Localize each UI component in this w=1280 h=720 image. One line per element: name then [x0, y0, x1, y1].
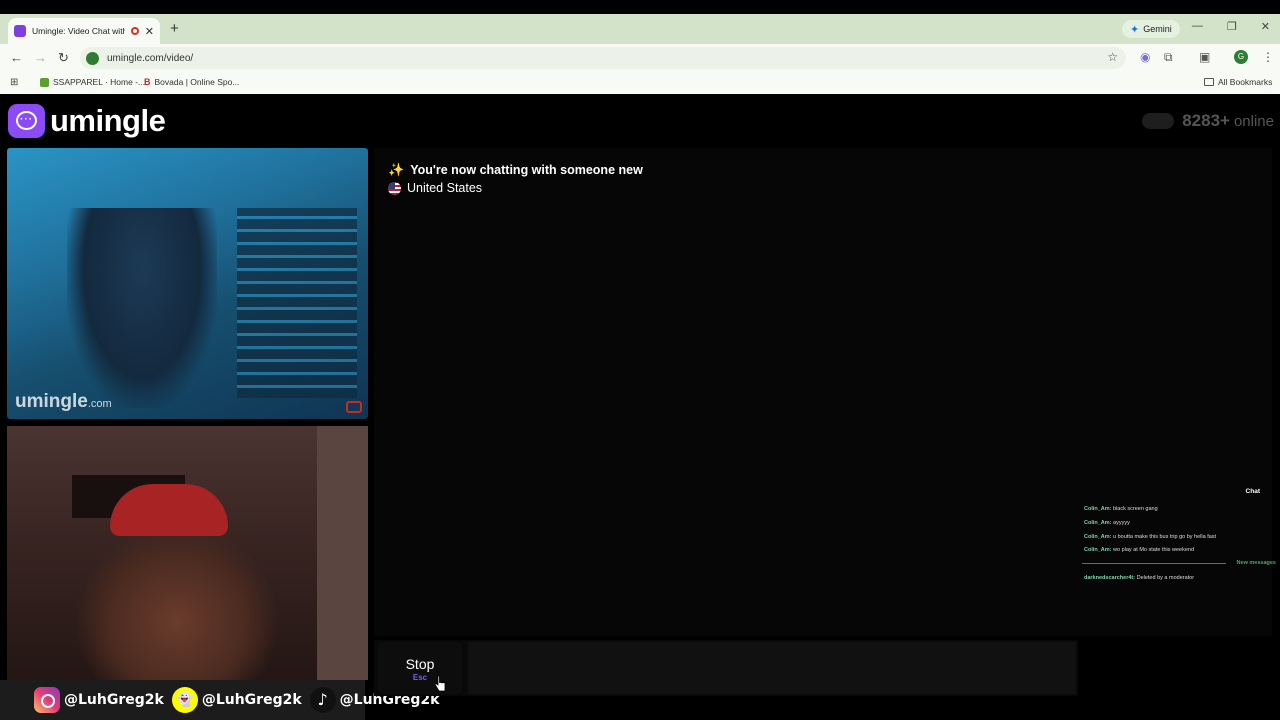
extensions-puzzle-icon[interactable]: ⧉	[1164, 50, 1173, 65]
country-text: United States	[407, 181, 483, 195]
stream-chat-message: Colin_Am: wo play at Mo state this weeke…	[1084, 547, 1195, 553]
browser-tab[interactable]: Umingle: Video Chat with S ✕	[8, 18, 160, 44]
recording-icon	[130, 27, 139, 35]
us-flag-icon	[388, 181, 401, 195]
bookmark-label: Bovada | Online Spo...	[154, 77, 240, 87]
gemini-label: Gemini	[1143, 24, 1172, 34]
umingle-logo[interactable]: ··· umingle	[8, 103, 166, 139]
address-bar[interactable]: umingle.com/video/ ☆	[80, 47, 1126, 69]
window-controls: — ❐ ✕	[1192, 20, 1270, 33]
bookmarks-bar: ⊞ SSAPPAREL · Home -... B Bovada | Onlin…	[0, 72, 1280, 94]
back-icon[interactable]: ←	[10, 50, 23, 65]
stream-chat-overlay: Chat Colin_Am: black screen gang Colin_A…	[1080, 486, 1280, 636]
side-panel-icon[interactable]: ▣	[1199, 50, 1210, 64]
gemini-button[interactable]: ✦ Gemini	[1122, 20, 1180, 38]
stream-chat-message: Colin_Am: u boutta make this bus trip go…	[1084, 534, 1217, 540]
hand-cursor-icon	[434, 675, 446, 692]
close-tab-icon[interactable]: ✕	[145, 25, 154, 38]
umingle-favicon-icon	[14, 25, 26, 37]
restore-icon[interactable]: ❐	[1227, 20, 1237, 33]
theme-toggle[interactable]	[1142, 113, 1175, 129]
status-country: United States	[388, 181, 482, 195]
forward-icon[interactable]: →	[34, 50, 47, 65]
status-new-chat: ✨ You're now chatting with someone new	[388, 162, 643, 178]
stream-chat-title: Chat	[1245, 488, 1260, 495]
message-input[interactable]	[468, 642, 1076, 694]
video-watermark: umingle.com	[15, 391, 112, 412]
bovada-icon: B	[144, 77, 151, 87]
stream-chat-message: Colin_Am: ayyyyy	[1084, 520, 1130, 526]
bookmark-bovada[interactable]: B Bovada | Online Spo...	[144, 77, 239, 87]
stranger-video: umingle.com	[7, 148, 368, 419]
snapchat-icon: 👻	[171, 687, 198, 713]
browser-menu-icon[interactable]: ⋮	[1262, 50, 1274, 64]
status-new-text: You're now chatting with someone new	[410, 163, 643, 177]
site-info-icon[interactable]	[86, 51, 99, 65]
stream-chat-message: darknedscarcher4t: Deleted by a moderato…	[1084, 575, 1195, 581]
online-counter: 8283+ online	[1142, 111, 1274, 131]
apps-grid-icon[interactable]: ⊞	[10, 77, 18, 88]
bookmark-ssapparel[interactable]: SSAPPAREL · Home -...	[40, 77, 145, 87]
snapchat-handle: @LuhGreg2k	[201, 692, 302, 708]
extension-icon[interactable]: ◉	[1140, 50, 1150, 64]
stop-shortcut-key: Esc	[412, 673, 428, 682]
url-text: umingle.com/video/	[107, 52, 194, 64]
sparkles-icon: ✨	[388, 162, 405, 177]
tab-title: Umingle: Video Chat with S	[32, 26, 125, 36]
stop-label: Stop	[405, 656, 435, 672]
social-snapchat: 👻 @LuhGreg2k	[171, 687, 302, 713]
logo-text: umingle	[50, 103, 166, 138]
new-tab-button[interactable]: +	[170, 20, 179, 37]
reload-icon[interactable]: ↻	[58, 50, 69, 66]
chat-bubble-logo-icon: ···	[8, 104, 45, 138]
browser-toolbar: ← → ↻ umingle.com/video/ ☆ ◉ ⧉ ▣	[0, 44, 1280, 72]
self-video	[7, 426, 368, 680]
tiktok-icon: ♪	[309, 687, 336, 713]
stream-chat-message: Colin_Am: black screen gang	[1084, 506, 1158, 512]
stop-button[interactable]: Stop Esc	[378, 642, 462, 694]
instagram-handle: @LuhGreg2k	[64, 692, 164, 708]
instagram-icon	[34, 687, 60, 713]
all-bookmarks-label: All Bookmarks	[1218, 77, 1273, 87]
online-label: online	[1233, 113, 1274, 130]
window-close-icon[interactable]: ✕	[1261, 20, 1270, 33]
browser-tab-bar: Umingle: Video Chat with S ✕ + ✦ Gemini …	[0, 14, 1280, 44]
online-count: 8283+	[1182, 111, 1230, 130]
social-handles-overlay: @LuhGreg2k 👻 @LuhGreg2k ♪ @LuhGreg2k	[0, 680, 439, 720]
gemini-icon: ✦	[1130, 23, 1140, 36]
folder-icon	[1204, 78, 1214, 86]
all-bookmarks[interactable]: All Bookmarks	[1204, 77, 1272, 87]
profile-avatar[interactable]: G	[1234, 50, 1248, 64]
shopify-icon	[40, 77, 49, 87]
new-messages-divider	[1082, 563, 1226, 564]
new-messages-label: New messages	[1236, 560, 1276, 566]
report-flag-icon[interactable]	[346, 401, 362, 413]
bookmark-star-icon[interactable]: ☆	[1107, 50, 1118, 64]
social-instagram: @LuhGreg2k	[34, 687, 164, 713]
minimize-icon[interactable]: —	[1192, 20, 1203, 33]
bookmark-label: SSAPPAREL · Home -...	[53, 77, 146, 87]
